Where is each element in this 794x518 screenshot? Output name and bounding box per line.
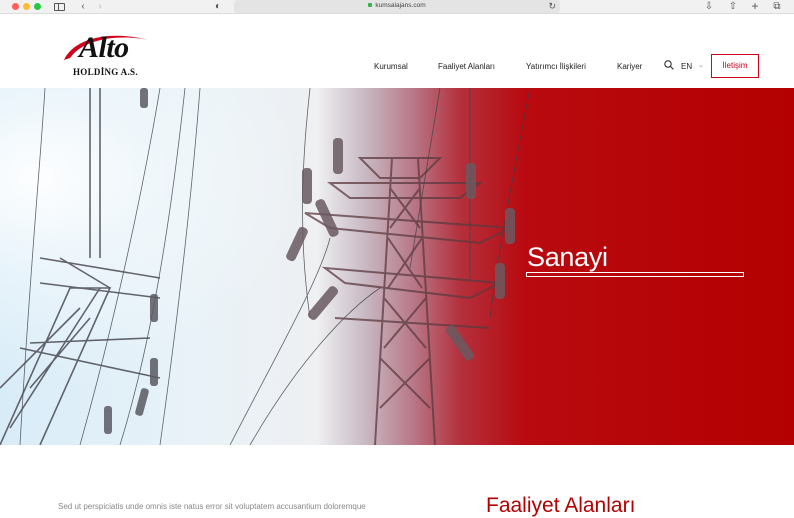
minimize-window-button[interactable] [23, 3, 30, 10]
search-icon[interactable] [664, 60, 674, 70]
new-tab-icon[interactable]: + [749, 0, 761, 13]
contact-button[interactable]: İletişim [711, 54, 759, 78]
power-tower-illustration [0, 88, 531, 445]
lock-icon [368, 3, 373, 7]
download-icon[interactable]: ⇩ [703, 0, 715, 13]
hero-underline [526, 272, 744, 277]
chevron-down-icon[interactable]: ⌄ [698, 61, 704, 69]
logo[interactable]: Alto HOLDİNG A.S. [60, 30, 155, 82]
nav-kurumsal[interactable]: Kurumsal [374, 62, 408, 71]
sidebar-icon[interactable] [54, 3, 65, 11]
logo-wordmark: Alto [79, 31, 129, 64]
address-bar[interactable]: kumsalajans.com ↻ [234, 0, 560, 13]
url-text: kumsalajans.com [375, 2, 426, 9]
tabs-icon[interactable]: ⧉ [771, 0, 783, 13]
site-header: Alto HOLDİNG A.S. Kurumsal Faaliyet Alan… [0, 14, 794, 88]
language-selector[interactable]: EN [681, 62, 692, 71]
hero-banner: Sanayi [0, 88, 794, 445]
nav-faaliyet-alanlari[interactable]: Faaliyet Alanları [438, 62, 495, 71]
nav-yatirimci-iliskileri[interactable]: Yatırımcı İlişkileri [526, 62, 586, 71]
browser-toolbar: ‹ › ◐ kumsalajans.com ↻ ⇩ ⇧ + ⧉ [0, 0, 794, 14]
logo-subtitle: HOLDİNG A.S. [73, 67, 138, 77]
close-window-button[interactable] [12, 3, 19, 10]
zoom-window-button[interactable] [34, 3, 41, 10]
nav-kariyer[interactable]: Kariyer [617, 62, 642, 71]
intro-paragraph: Sed ut perspiciatis unde omnis iste natu… [58, 502, 366, 511]
forward-icon[interactable]: › [95, 0, 105, 13]
reload-icon[interactable]: ↻ [548, 0, 556, 13]
back-icon[interactable]: ‹ [78, 0, 88, 13]
share-icon[interactable]: ⇧ [727, 0, 739, 13]
section-title: Faaliyet Alanları [486, 494, 636, 517]
shield-icon[interactable]: ◐ [213, 0, 223, 13]
hero-title: Sanayi [527, 242, 608, 272]
